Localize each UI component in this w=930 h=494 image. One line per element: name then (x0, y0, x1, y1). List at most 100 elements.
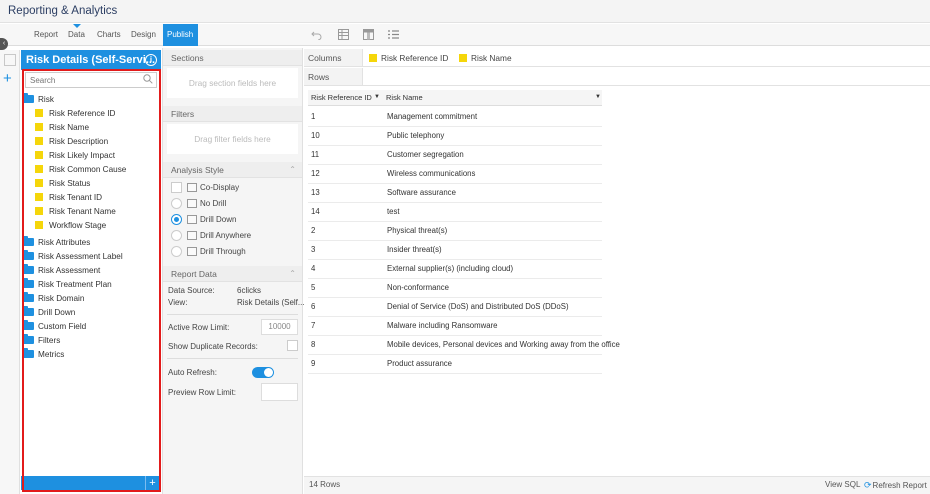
table-cell: Insider threat(s) (387, 245, 442, 254)
folder-icon (23, 347, 34, 358)
field-icon (35, 136, 43, 145)
table-cell: 3 (311, 245, 316, 254)
tree-field[interactable]: Risk Reference ID (35, 108, 115, 120)
info-icon[interactable]: i (145, 54, 157, 66)
refresh-report-button[interactable]: ⟳Refresh Report (864, 480, 927, 491)
view-sql-link[interactable]: View SQL (825, 480, 860, 489)
table-cell: 13 (311, 188, 320, 197)
auto-refresh-toggle[interactable] (252, 367, 274, 378)
tree-folder[interactable]: Risk Assessment (23, 263, 100, 277)
show-duplicates-label: Show Duplicate Records: (168, 342, 258, 351)
left-rail: + (0, 50, 20, 494)
field-icon (35, 150, 43, 159)
drill-down-icon (187, 215, 197, 225)
report-settings-panel: Sections Drag section fields here Filter… (162, 48, 305, 494)
view-label: View: (168, 298, 188, 307)
tree-folder[interactable]: Filters (23, 333, 60, 347)
undo-icon[interactable] (311, 29, 322, 41)
tree-folder[interactable]: Drill Down (23, 305, 75, 319)
table-cell: 5 (311, 283, 316, 292)
folder-icon (23, 235, 34, 246)
tab-publish[interactable]: Publish (163, 24, 198, 46)
data-view-title[interactable]: Risk Details (Self-Servi... (26, 54, 155, 66)
tab-report[interactable]: Report (30, 24, 62, 46)
tree-field[interactable]: Risk Likely Impact (35, 150, 115, 162)
table-cell: test (387, 207, 400, 216)
tree-folder[interactable]: Risk Attributes (23, 235, 90, 249)
field-icon (459, 53, 467, 62)
columns-shelf[interactable]: Risk Reference ID Risk Name (363, 49, 930, 67)
grid-icon[interactable] (4, 54, 16, 66)
tree-folder[interactable]: Risk Domain (23, 291, 84, 305)
tree-field[interactable]: Risk Tenant ID (35, 192, 102, 204)
option-drill-through[interactable]: Drill Through (171, 245, 246, 259)
row-divider (308, 240, 602, 241)
search-icon[interactable] (143, 74, 153, 84)
option-drill-down[interactable]: Drill Down (171, 213, 236, 227)
row-divider (308, 373, 602, 374)
columns-shelf-label: Columns (304, 49, 363, 67)
table-cell: Non-conformance (387, 283, 449, 292)
tree-folder[interactable]: Risk Assessment Label (23, 249, 123, 263)
analysis-style-header[interactable]: Analysis Style ⌃ (163, 162, 302, 178)
tree-folder[interactable]: Metrics (23, 347, 64, 361)
column-pill[interactable]: Risk Name (459, 52, 512, 64)
tree-field[interactable]: Risk Tenant Name (35, 206, 116, 218)
active-row-limit-input[interactable]: 10000 (261, 319, 298, 335)
tree-field[interactable]: Risk Description (35, 136, 108, 148)
field-icon (35, 220, 43, 229)
preview-row-limit-input[interactable] (261, 383, 298, 401)
fields-panel-footer: + (21, 476, 161, 490)
tree-folder[interactable]: Custom Field (23, 319, 86, 333)
list-icon[interactable] (388, 29, 399, 40)
option-co-display[interactable]: Co-Display (171, 181, 239, 195)
row-divider (308, 354, 602, 355)
sort-down-icon[interactable]: ▼ (595, 94, 601, 100)
preview-row-limit-label: Preview Row Limit: (168, 388, 237, 397)
tab-design[interactable]: Design (127, 24, 160, 46)
folder-icon (23, 263, 34, 274)
report-data-header[interactable]: Report Data ⌃ (163, 266, 302, 282)
tree-field[interactable]: Risk Name (35, 122, 89, 134)
filters-dropzone[interactable]: Drag filter fields here (167, 124, 298, 154)
show-duplicates-checkbox[interactable] (287, 340, 298, 351)
search-input[interactable] (25, 72, 157, 88)
tree-field[interactable]: Risk Common Cause (35, 164, 126, 176)
radio-button[interactable] (171, 230, 182, 242)
tree-field[interactable]: Risk Status (35, 178, 90, 190)
rows-shelf[interactable] (363, 68, 930, 86)
checkbox[interactable] (171, 182, 182, 194)
tab-bar: Report Data Charts Design Publish (0, 24, 930, 46)
field-icon (35, 192, 43, 201)
add-field-button[interactable]: + (145, 476, 159, 490)
radio-button-selected[interactable] (171, 214, 182, 226)
field-icon (35, 122, 43, 131)
radio-button[interactable] (171, 246, 182, 258)
table-icon[interactable] (338, 29, 349, 40)
fields-panel-header: Risk Details (Self-Servi... i (21, 50, 161, 70)
tree-folder-risk[interactable]: Risk (23, 92, 54, 106)
tab-charts[interactable]: Charts (93, 24, 125, 46)
no-drill-icon (187, 199, 197, 209)
chevron-up-icon[interactable]: ⌃ (289, 162, 296, 178)
field-icon (35, 206, 43, 215)
pivot-icon[interactable] (363, 29, 374, 40)
collapse-panel-button[interactable]: ‹ (0, 38, 8, 50)
add-icon[interactable]: + (3, 71, 12, 86)
drill-through-icon (187, 247, 197, 257)
sections-dropzone[interactable]: Drag section fields here (167, 68, 298, 98)
chevron-up-icon[interactable]: ⌃ (289, 266, 296, 282)
sort-down-icon[interactable]: ▼ (374, 94, 380, 100)
table-cell: Customer segregation (387, 150, 464, 159)
table-cell: 8 (311, 340, 316, 349)
radio-button[interactable] (171, 198, 182, 210)
column-pill[interactable]: Risk Reference ID (369, 52, 448, 64)
tab-data[interactable]: Data (64, 24, 89, 46)
tree-folder[interactable]: Risk Treatment Plan (23, 277, 112, 291)
table-cell: 11 (311, 150, 320, 159)
column-header-risk-reference-id[interactable]: Risk Reference ID (308, 90, 383, 106)
option-drill-anywhere[interactable]: Drill Anywhere (171, 229, 251, 243)
column-header-risk-name[interactable]: Risk Name (383, 90, 602, 106)
option-no-drill[interactable]: No Drill (171, 197, 226, 211)
tree-field[interactable]: Workflow Stage (35, 220, 106, 232)
